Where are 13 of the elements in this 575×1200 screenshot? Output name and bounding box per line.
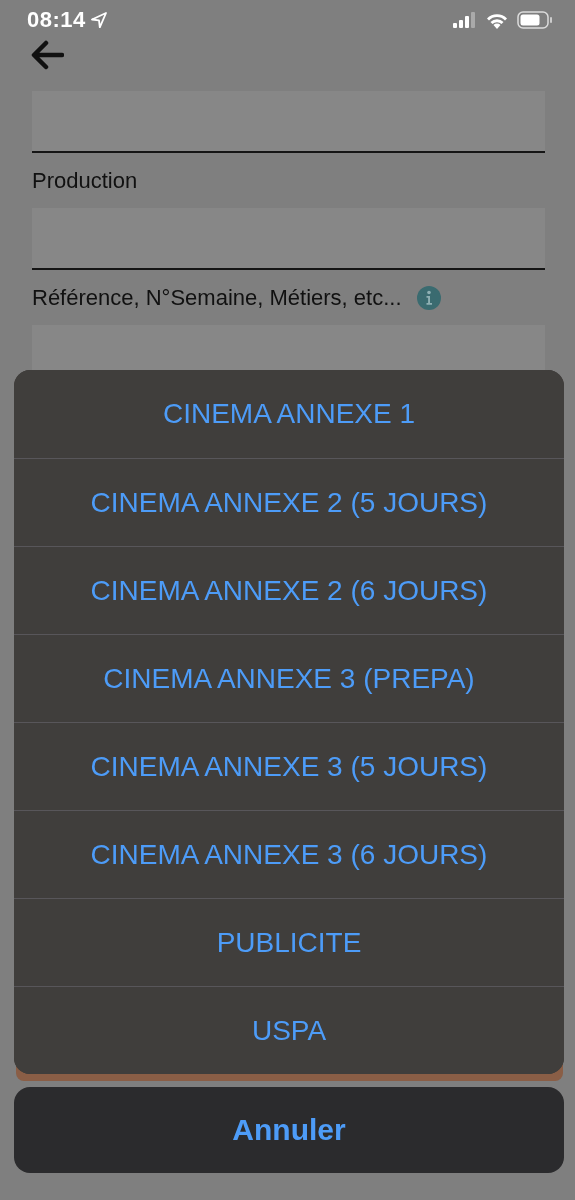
input-field[interactable] [32,208,545,270]
battery-icon [517,11,553,29]
field-label: Production [32,167,138,194]
cancel-button[interactable]: Annuler [14,1087,564,1173]
signal-icon [453,12,477,28]
info-icon[interactable] [415,284,442,311]
field-label: Référence, N°Semaine, Métiers, etc... [32,284,402,311]
time: 08:14 [27,7,86,33]
location-arrow-icon [90,12,107,28]
wifi-icon [485,11,509,29]
back-arrow-icon[interactable] [30,40,64,70]
sheet-option[interactable]: USPA [14,986,564,1074]
input-field[interactable] [32,91,545,153]
